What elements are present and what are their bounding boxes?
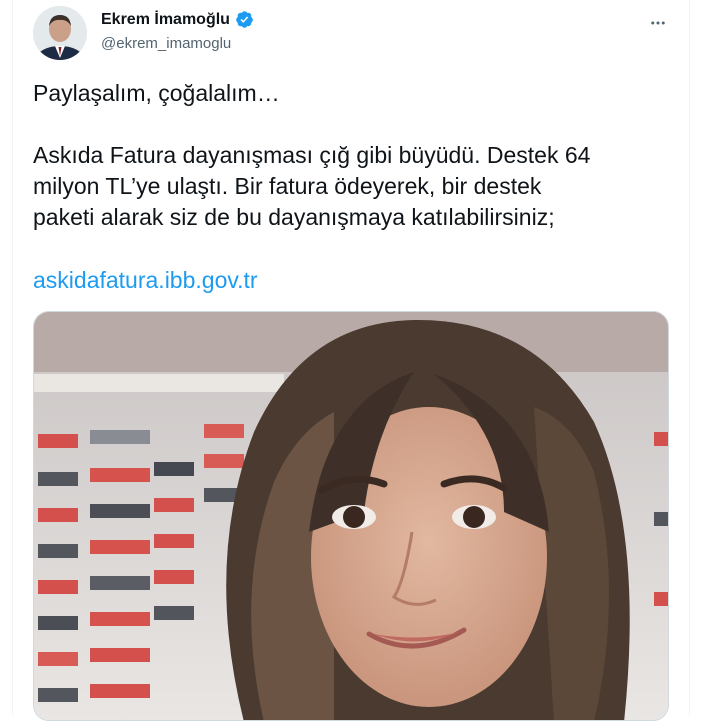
tweet-text: Paylaşalım, çoğalalım… Askıda Fatura day… [33, 78, 673, 233]
author-avatar[interactable] [33, 6, 87, 60]
tweet-media-photo[interactable] [33, 311, 669, 721]
verified-badge-icon [235, 10, 254, 29]
author-handle[interactable]: @ekrem_imamoglu [101, 35, 254, 52]
more-options-button[interactable] [643, 8, 673, 38]
author-display-name[interactable]: Ekrem İmamoğlu [101, 11, 230, 29]
author-names: Ekrem İmamoğlu @ekrem_imamoglu [101, 10, 254, 52]
person-avatar-icon [33, 6, 87, 60]
tweet-link[interactable]: askidafatura.ibb.gov.tr [33, 265, 258, 296]
tweet-card: Ekrem İmamoğlu @ekrem_imamoglu Paylaşalı… [12, 0, 690, 721]
tweet-header: Ekrem İmamoğlu @ekrem_imamoglu [33, 6, 673, 62]
tweet-line-1: Paylaşalım, çoğalalım… [33, 80, 280, 106]
more-horizontal-icon [651, 21, 665, 25]
display-name-row: Ekrem İmamoğlu [101, 10, 254, 29]
photo-image [34, 312, 668, 720]
tweet-body: Askıda Fatura dayanışması çığ gibi büyüd… [33, 142, 591, 230]
